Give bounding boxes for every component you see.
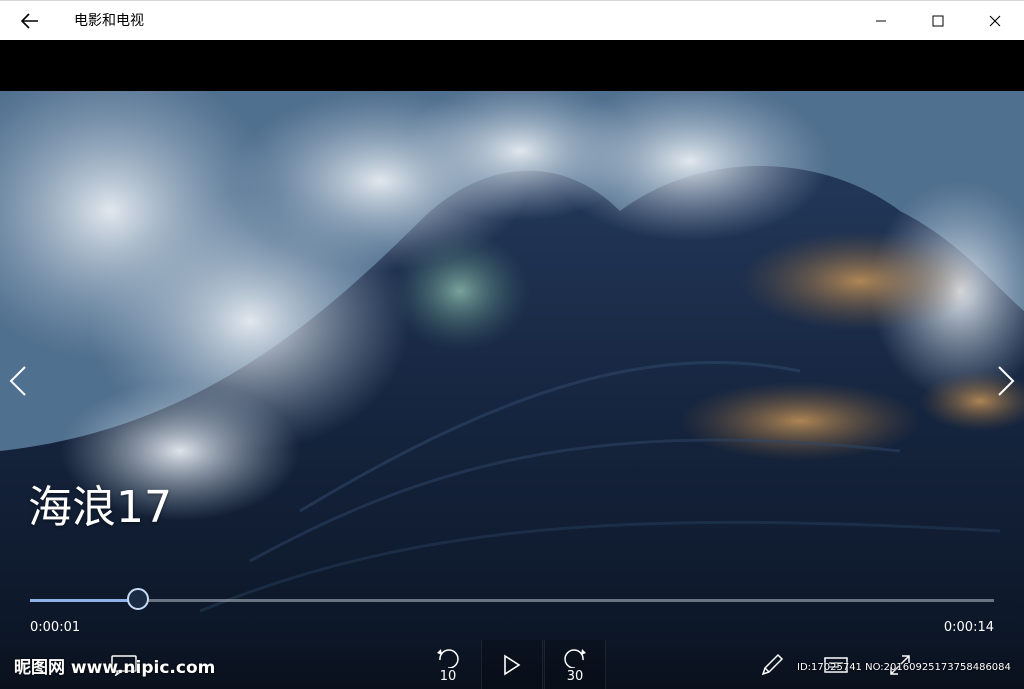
play-button[interactable] (481, 640, 543, 689)
letterbox-top (0, 40, 1024, 91)
watermark-site: 昵图网 www.nipic.com (14, 658, 216, 678)
video-title: 海浪17 (28, 482, 172, 533)
total-time: 0:00:14 (943, 620, 994, 635)
maximize-icon (932, 15, 943, 26)
forward-30-button[interactable]: 30 (544, 640, 606, 689)
play-icon (504, 654, 521, 675)
pencil-icon (761, 653, 784, 675)
close-button[interactable] (966, 1, 1023, 40)
close-icon (989, 15, 1000, 26)
maximize-button[interactable] (909, 1, 966, 40)
forward-seconds: 30 (566, 669, 584, 684)
minimize-icon (875, 20, 886, 21)
video-frame[interactable]: 海浪17 0:00:01 0:00:14 (0, 91, 1024, 689)
seek-thumb[interactable] (126, 588, 149, 610)
edit-button[interactable] (748, 640, 796, 689)
arrow-left-icon (21, 13, 38, 29)
rewind-10-button[interactable]: 10 (418, 640, 478, 689)
app-title: 电影和电视 (74, 13, 144, 29)
back-button[interactable] (12, 5, 48, 37)
rewind-seconds: 10 (439, 669, 457, 684)
minimize-button[interactable] (852, 1, 909, 40)
fast-forward-icon (564, 649, 586, 668)
title-bar: 电影和电视 (0, 0, 1024, 40)
seek-progress (30, 599, 138, 602)
current-time: 0:00:01 (30, 620, 81, 635)
chevron-right-icon (998, 366, 1015, 396)
chevron-left-icon (9, 366, 26, 396)
next-video-button[interactable] (992, 359, 1020, 403)
seek-bar[interactable] (30, 599, 994, 602)
rewind-icon (437, 649, 459, 668)
watermark-id: ID:17025741 NO:20160925173758486084 (797, 662, 1011, 673)
previous-video-button[interactable] (4, 359, 32, 403)
